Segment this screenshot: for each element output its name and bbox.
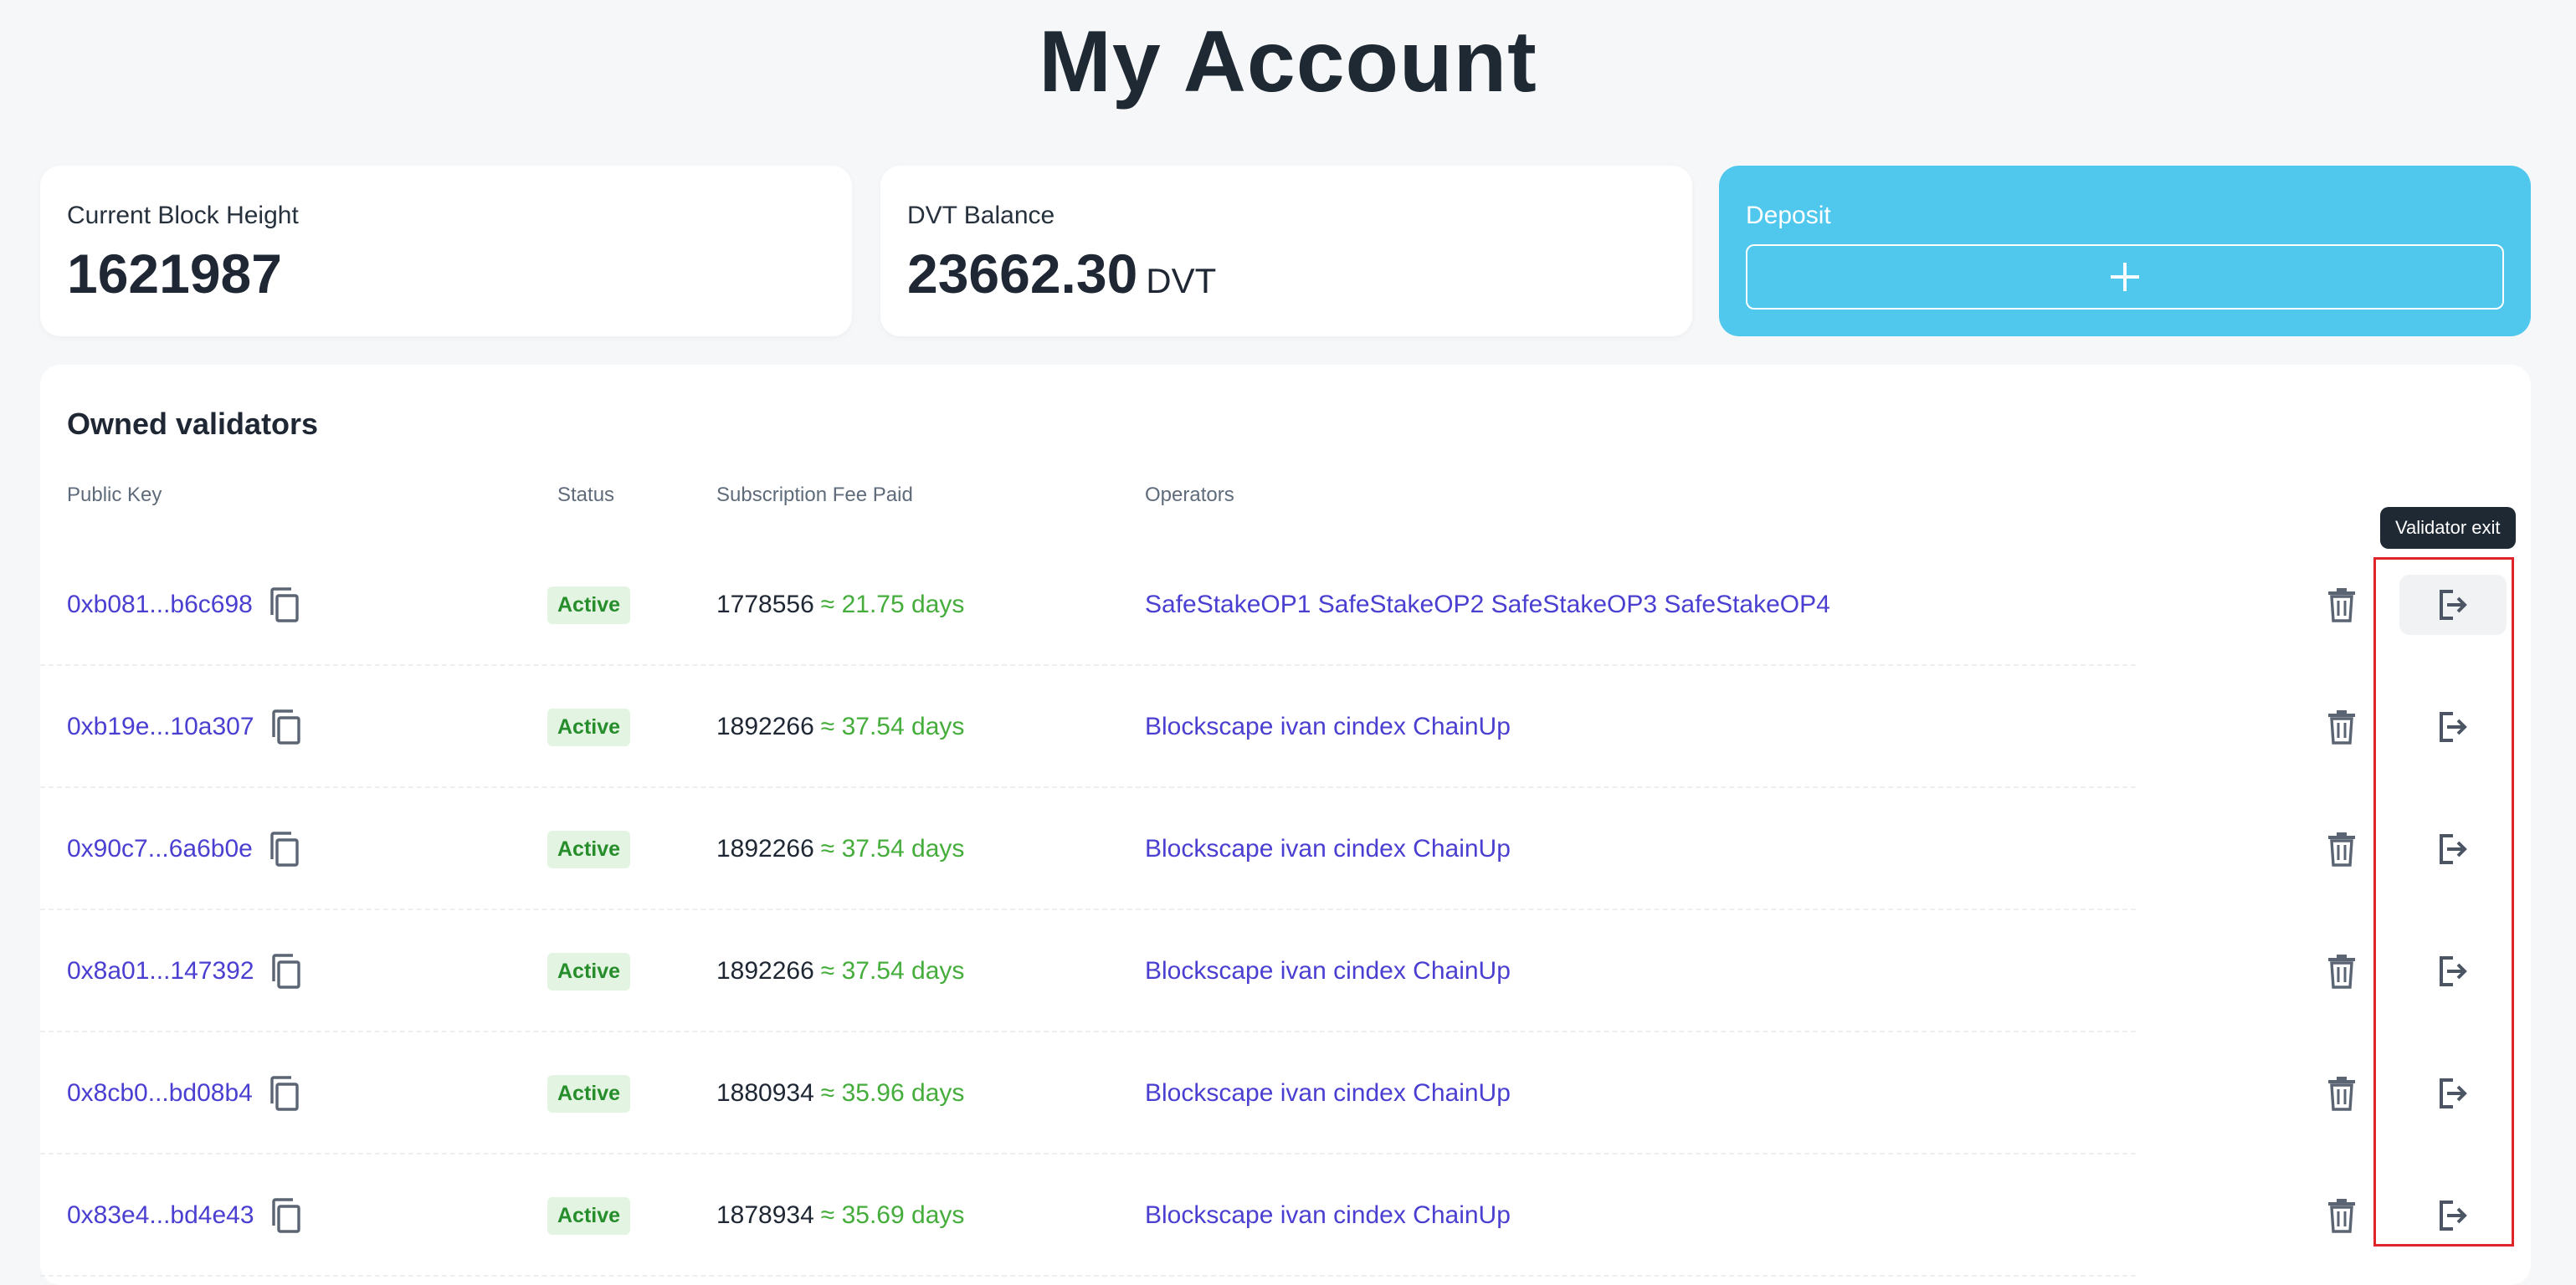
- deposit-label: Deposit: [1746, 202, 1831, 229]
- fee-value: 1878934: [716, 1201, 814, 1229]
- status-badge: Active: [547, 830, 631, 868]
- public-key-link[interactable]: 0x90c7...6a6b0e: [67, 835, 253, 863]
- delete-button[interactable]: [2318, 1032, 2365, 1154]
- delete-button[interactable]: [2318, 788, 2365, 910]
- fee-duration: ≈ 35.69 days: [820, 1201, 965, 1229]
- validator-row: 0x8a01...147392 Active 1892266 ≈ 37.54 da…: [40, 910, 2531, 1032]
- validator-exit-tooltip: Validator exit: [2380, 507, 2516, 549]
- delete-button[interactable]: [2318, 910, 2365, 1032]
- exit-icon: [2440, 1078, 2467, 1108]
- validator-row: 0xb19e...10a307 Active 1892266 ≈ 37.54 da…: [40, 666, 2531, 788]
- fee-value: 1778556: [716, 591, 814, 618]
- deposit-button[interactable]: [1746, 244, 2504, 310]
- fee-value: 1892266: [716, 957, 814, 985]
- validator-row: 0xb081...b6c698 Active 1778556 ≈ 21.75 da…: [40, 544, 2531, 666]
- status-badge: Active: [547, 1074, 631, 1113]
- validator-row: 0x83e4...bd4e43 Active 1878934 ≈ 35.69 da…: [40, 1154, 2531, 1277]
- column-header-operators: Operators: [1145, 484, 1234, 506]
- trash-icon: [2328, 1199, 2355, 1233]
- copy-icon[interactable]: [269, 951, 303, 991]
- operators-links[interactable]: Blockscape ivan cindex ChainUp: [1145, 788, 1511, 910]
- fee-value: 1892266: [716, 835, 814, 863]
- dvt-balance-card: DVT Balance 23662.30 DVT: [880, 166, 1692, 336]
- block-height-card: Current Block Height 1621987: [40, 166, 852, 336]
- plus-icon: [2111, 263, 2139, 291]
- status-badge: Active: [547, 952, 631, 991]
- operators-links[interactable]: Blockscape ivan cindex ChainUp: [1145, 1032, 1511, 1154]
- fee-value: 1892266: [716, 713, 814, 740]
- delete-button[interactable]: [2318, 544, 2365, 666]
- validator-row: 0x8cb0...bd08b4 Active 1880934 ≈ 35.96 da…: [40, 1032, 2531, 1154]
- column-header-status: Status: [557, 484, 615, 506]
- copy-icon[interactable]: [268, 829, 301, 869]
- validator-exit-button[interactable]: [2399, 575, 2507, 635]
- exit-icon: [2440, 956, 2467, 986]
- delete-button[interactable]: [2318, 666, 2365, 788]
- public-key-link[interactable]: 0xb081...b6c698: [67, 591, 253, 619]
- trash-icon: [2328, 832, 2355, 867]
- delete-button[interactable]: [2318, 1154, 2365, 1277]
- trash-icon: [2328, 955, 2355, 989]
- exit-icon: [2440, 1201, 2467, 1231]
- public-key-link[interactable]: 0x8a01...147392: [67, 957, 254, 986]
- dvt-balance-value-row: 23662.30 DVT: [907, 244, 1665, 310]
- operators-links[interactable]: Blockscape ivan cindex ChainUp: [1145, 666, 1511, 788]
- owned-validators-panel: Owned validators Public Key Status Subsc…: [40, 365, 2531, 1285]
- block-height-value: 1621987: [67, 243, 282, 305]
- column-header-subscription-fee: Subscription Fee Paid: [716, 484, 913, 506]
- fee-value: 1880934: [716, 1079, 814, 1107]
- status-badge: Active: [547, 708, 631, 746]
- operators-links[interactable]: Blockscape ivan cindex ChainUp: [1145, 910, 1511, 1032]
- dvt-balance-unit: DVT: [1146, 261, 1217, 300]
- public-key-link[interactable]: 0xb19e...10a307: [67, 713, 254, 741]
- trash-icon: [2328, 1077, 2355, 1111]
- trash-icon: [2328, 710, 2355, 745]
- block-height-label: Current Block Height: [67, 202, 299, 229]
- trash-icon: [2328, 588, 2355, 622]
- status-badge: Active: [547, 586, 631, 624]
- exit-icon: [2440, 590, 2467, 620]
- fee-duration: ≈ 21.75 days: [820, 591, 965, 618]
- fee-duration: ≈ 37.54 days: [820, 957, 965, 985]
- validator-exit-button[interactable]: [2399, 1063, 2507, 1124]
- exit-icon: [2440, 834, 2467, 864]
- validator-exit-button[interactable]: [2399, 819, 2507, 879]
- operators-links[interactable]: SafeStakeOP1 SafeStakeOP2 SafeStakeOP3 S…: [1145, 544, 1830, 666]
- fee-duration: ≈ 37.54 days: [820, 713, 965, 740]
- row-divider: [40, 1275, 2136, 1277]
- operators-links[interactable]: Blockscape ivan cindex ChainUp: [1145, 1154, 1511, 1277]
- exit-icon: [2440, 712, 2467, 742]
- validator-exit-button[interactable]: [2399, 1185, 2507, 1246]
- fee-duration: ≈ 37.54 days: [820, 835, 965, 863]
- status-badge: Active: [547, 1196, 631, 1235]
- dvt-balance-label: DVT Balance: [907, 202, 1055, 229]
- validator-exit-button[interactable]: [2399, 697, 2507, 757]
- page-title: My Account: [1039, 13, 1537, 110]
- public-key-link[interactable]: 0x83e4...bd4e43: [67, 1201, 254, 1230]
- fee-duration: ≈ 35.96 days: [820, 1079, 965, 1107]
- validator-exit-button[interactable]: [2399, 941, 2507, 1001]
- copy-icon[interactable]: [269, 1195, 303, 1236]
- copy-icon[interactable]: [269, 707, 303, 747]
- deposit-card: Deposit: [1719, 166, 2531, 336]
- public-key-link[interactable]: 0x8cb0...bd08b4: [67, 1079, 253, 1108]
- dvt-balance-value: 23662.30: [907, 243, 1138, 305]
- copy-icon[interactable]: [268, 585, 301, 625]
- validator-row: 0x90c7...6a6b0e Active 1892266 ≈ 37.54 da…: [40, 788, 2531, 910]
- owned-validators-title: Owned validators: [67, 407, 319, 441]
- column-header-public-key: Public Key: [67, 484, 162, 506]
- copy-icon[interactable]: [268, 1073, 301, 1113]
